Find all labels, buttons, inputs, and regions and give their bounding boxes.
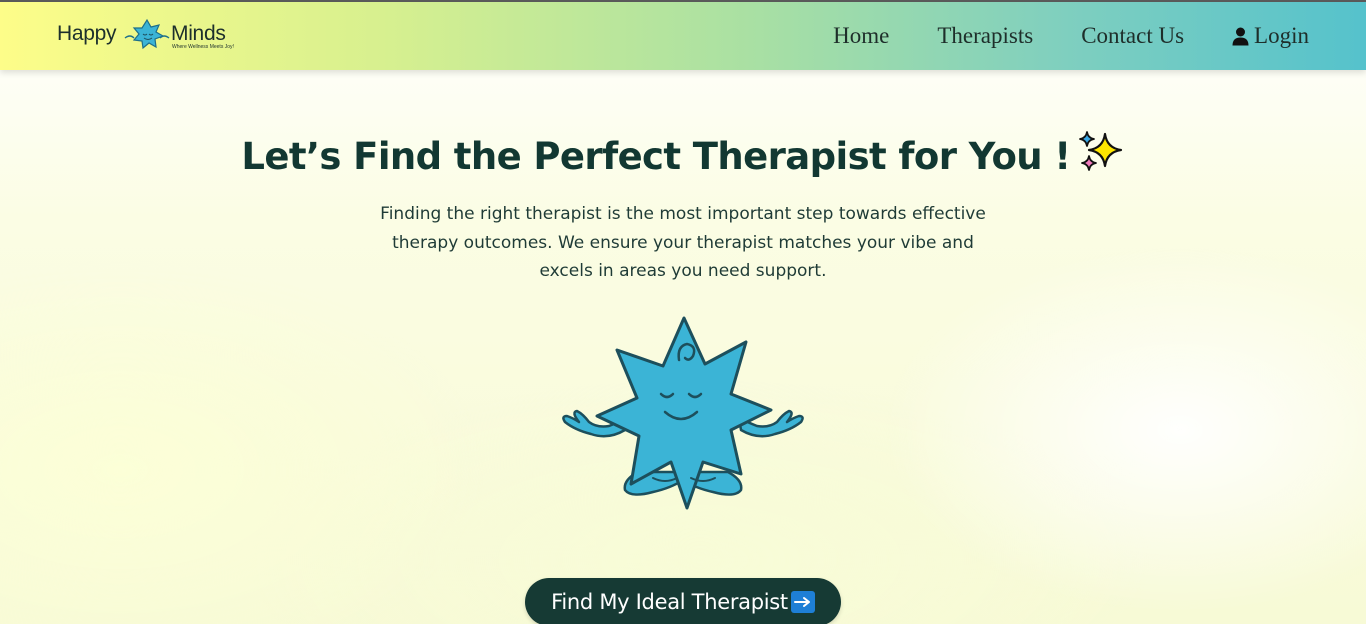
- brand-name-left: Happy: [57, 22, 117, 45]
- nav-login-link[interactable]: Login: [1232, 23, 1309, 49]
- right-arrow-icon: [790, 591, 815, 613]
- nav-login-label: Login: [1254, 23, 1309, 48]
- sparkles-icon: [1078, 131, 1122, 171]
- navbar: Happy Minds Where Wellness Meets Joy! Ho…: [0, 2, 1366, 70]
- main-nav: Home Therapists Contact Us Login: [833, 2, 1309, 70]
- nav-contact-link[interactable]: Contact Us: [1081, 23, 1184, 49]
- hero-title: Let’s Find the Perfect Therapist for You…: [0, 128, 1366, 178]
- find-therapist-button[interactable]: Find My Ideal Therapist: [525, 578, 841, 624]
- nav-therapists-link[interactable]: Therapists: [937, 23, 1033, 49]
- find-therapist-button-label: Find My Ideal Therapist: [551, 590, 788, 614]
- hero-title-prefix: Let’s Find the Perfect Therapist for: [241, 135, 969, 178]
- hero-title-suffix: !: [1042, 135, 1071, 178]
- star-mascot-icon: [124, 18, 170, 50]
- meditating-star-mascot: [562, 316, 804, 510]
- nav-home-link[interactable]: Home: [833, 23, 889, 49]
- hero-description: Finding the right therapist is the most …: [380, 204, 986, 281]
- brand-name-right: Minds: [171, 22, 226, 45]
- brand-logo[interactable]: Happy Minds Where Wellness Meets Joy!: [56, 16, 246, 56]
- brand-tagline: Where Wellness Meets Joy!: [172, 44, 234, 50]
- user-icon: [1232, 27, 1249, 45]
- hero-title-emphasis: You: [968, 135, 1043, 178]
